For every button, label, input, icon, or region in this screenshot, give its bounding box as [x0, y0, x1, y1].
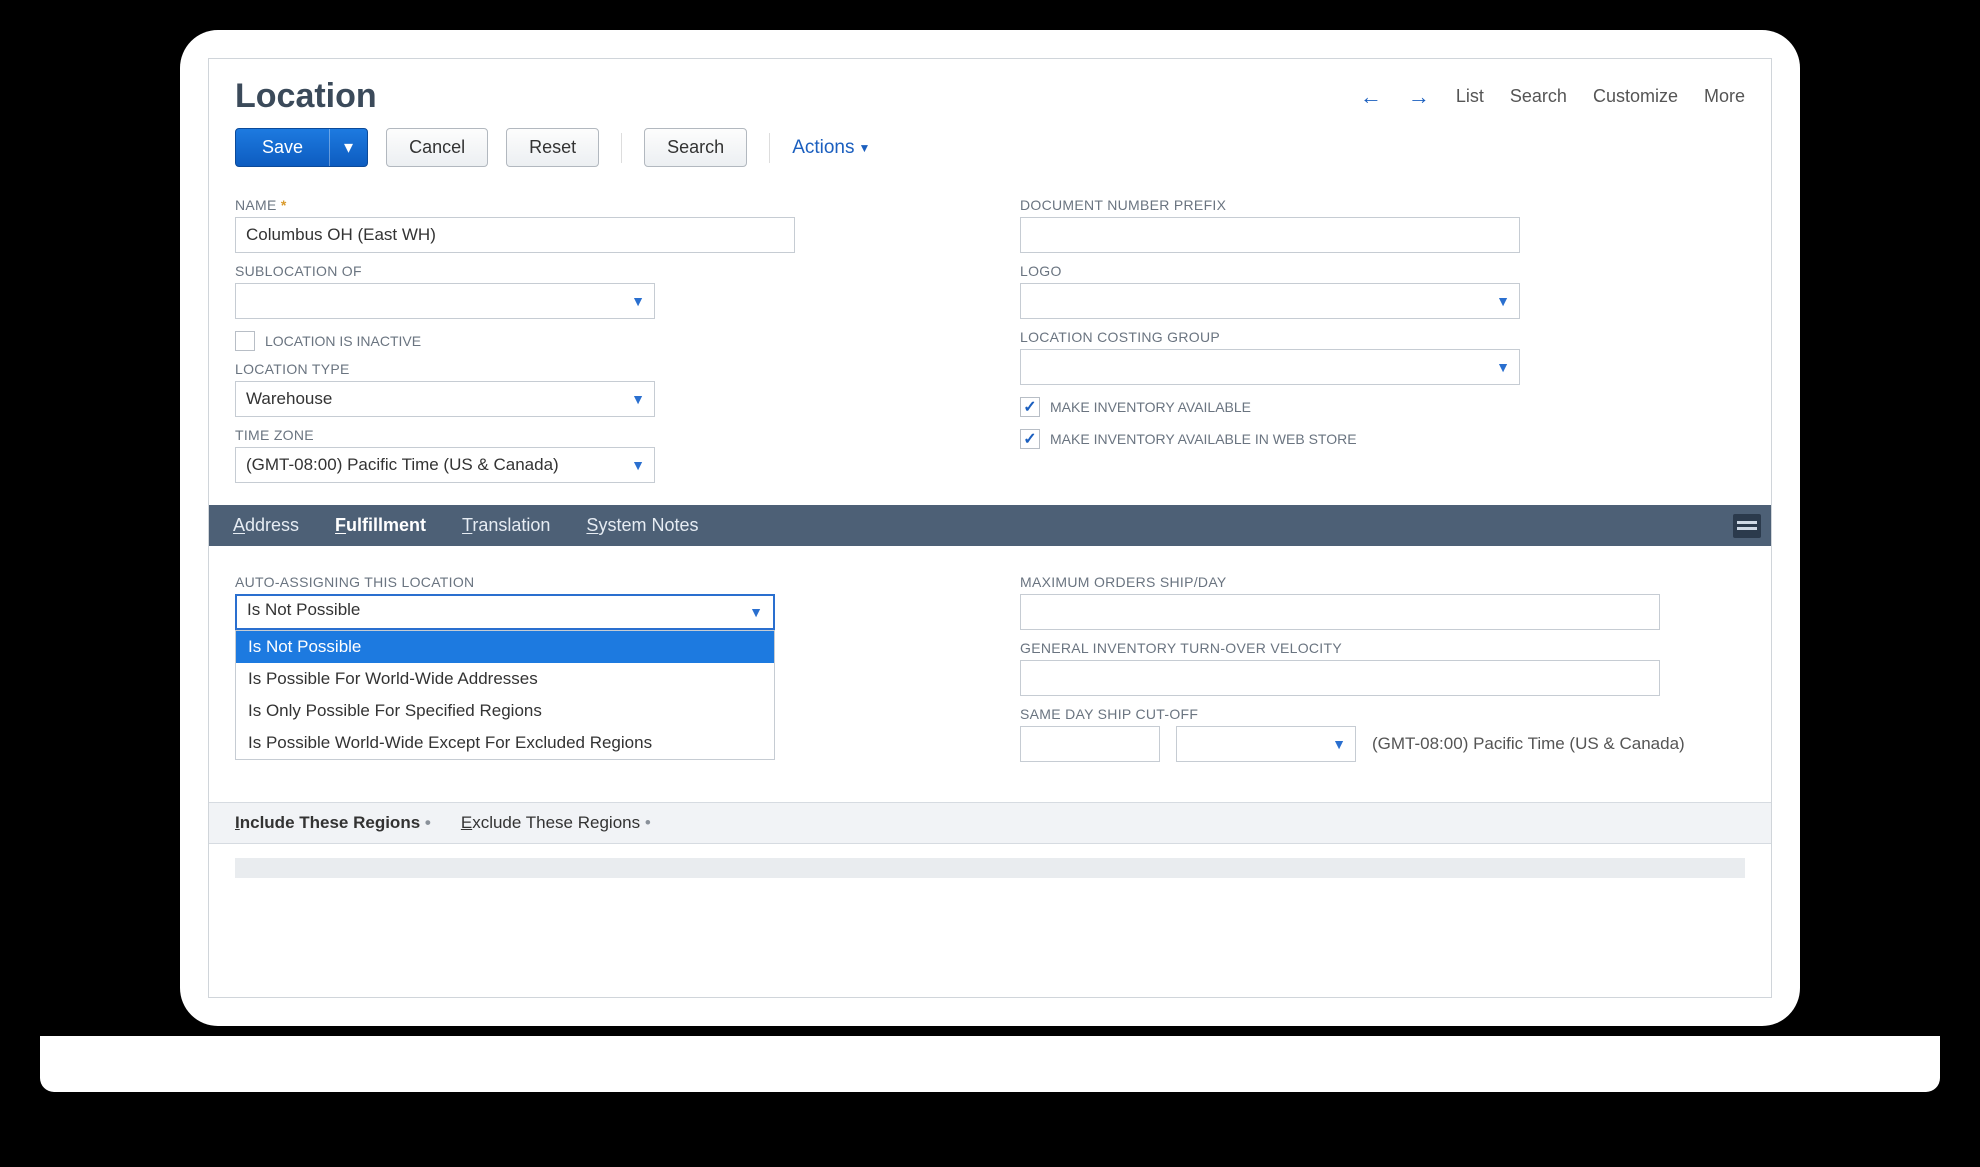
- header-link-more[interactable]: More: [1704, 86, 1745, 107]
- tab-fulfillment[interactable]: Fulfillment: [335, 515, 426, 536]
- inventory-available-row[interactable]: MAKE INVENTORY AVAILABLE: [1020, 397, 1745, 417]
- tab-bar: Address Fulfillment Translation System N…: [209, 505, 1771, 546]
- tab-system-notes[interactable]: System Notes: [586, 515, 698, 536]
- timezone-select[interactable]: ▼: [235, 447, 655, 483]
- location-type-value[interactable]: [235, 381, 655, 417]
- costing-group-label: LOCATION COSTING GROUP: [1020, 329, 1745, 345]
- cutoff-ampm-value[interactable]: [1176, 726, 1356, 762]
- fulfillment-left: AUTO-ASSIGNING THIS LOCATION Is Not Poss…: [235, 564, 960, 766]
- auto-assign-option-3[interactable]: Is Possible World-Wide Except For Exclud…: [236, 727, 774, 759]
- header-link-search[interactable]: Search: [1510, 86, 1567, 107]
- cutoff-hour-input[interactable]: [1020, 726, 1160, 762]
- subtab-exclude-regions[interactable]: Exclude These Regions: [461, 813, 651, 833]
- velocity-input[interactable]: [1020, 660, 1660, 696]
- logo-select[interactable]: ▼: [1020, 283, 1520, 319]
- auto-assign-select-wrap: Is Not Possible ▼ Is Not Possible Is Pos…: [235, 594, 960, 630]
- docprefix-input[interactable]: [1020, 217, 1520, 253]
- cancel-button[interactable]: Cancel: [386, 128, 488, 167]
- save-button[interactable]: Save ▾: [235, 128, 368, 167]
- cutoff-ampm-select[interactable]: ▼: [1176, 726, 1356, 762]
- laptop-base: [40, 1036, 1940, 1092]
- page-title: Location: [235, 77, 377, 116]
- form-area: NAME SUBLOCATION OF ▼ LOCATION IS INACTI…: [209, 187, 1771, 487]
- region-subtabs: Include These Regions Exclude These Regi…: [209, 802, 1771, 844]
- auto-assign-label: AUTO-ASSIGNING THIS LOCATION: [235, 574, 960, 590]
- header-link-customize[interactable]: Customize: [1593, 86, 1678, 107]
- inactive-checkbox[interactable]: [235, 331, 255, 351]
- inventory-available-checkbox[interactable]: [1020, 397, 1040, 417]
- header-link-list[interactable]: List: [1456, 86, 1484, 107]
- cutoff-label: SAME DAY SHIP CUT-OFF: [1020, 706, 1745, 722]
- inventory-available-label: MAKE INVENTORY AVAILABLE: [1050, 399, 1251, 415]
- auto-assign-option-2[interactable]: Is Only Possible For Specified Regions: [236, 695, 774, 727]
- auto-assign-value: Is Not Possible: [247, 600, 360, 619]
- app-screen: Location ← → List Search Customize More …: [208, 58, 1772, 998]
- inventory-available-web-row[interactable]: MAKE INVENTORY AVAILABLE IN WEB STORE: [1020, 429, 1745, 449]
- chevron-down-icon: ▼: [749, 604, 763, 620]
- cutoff-row: ▼ (GMT-08:00) Pacific Time (US & Canada): [1020, 726, 1745, 762]
- save-button-label: Save: [236, 129, 330, 166]
- sublocation-select[interactable]: ▼: [235, 283, 655, 319]
- nav-back-icon[interactable]: ←: [1360, 84, 1382, 110]
- form-left-column: NAME SUBLOCATION OF ▼ LOCATION IS INACTI…: [235, 187, 960, 487]
- inventory-available-web-label: MAKE INVENTORY AVAILABLE IN WEB STORE: [1050, 431, 1357, 447]
- max-orders-input[interactable]: [1020, 594, 1660, 630]
- panel-toggle-icon[interactable]: [1733, 514, 1761, 538]
- reset-button[interactable]: Reset: [506, 128, 599, 167]
- costing-group-select[interactable]: ▼: [1020, 349, 1520, 385]
- auto-assign-option-1[interactable]: Is Possible For World-Wide Addresses: [236, 663, 774, 695]
- timezone-value[interactable]: [235, 447, 655, 483]
- search-button[interactable]: Search: [644, 128, 747, 167]
- toolbar-divider: [621, 133, 622, 163]
- actions-label: Actions: [792, 137, 854, 159]
- inactive-label: LOCATION IS INACTIVE: [265, 333, 421, 349]
- tab-translation[interactable]: Translation: [462, 515, 550, 536]
- timezone-label: TIME ZONE: [235, 427, 960, 443]
- location-type-label: LOCATION TYPE: [235, 361, 960, 377]
- subtab-include-regions[interactable]: Include These Regions: [235, 813, 431, 833]
- sublocation-value[interactable]: [235, 283, 655, 319]
- nav-forward-icon[interactable]: →: [1408, 84, 1430, 110]
- logo-value[interactable]: [1020, 283, 1520, 319]
- cutoff-tz-text: (GMT-08:00) Pacific Time (US & Canada): [1372, 734, 1685, 754]
- auto-assign-select[interactable]: Is Not Possible ▼: [235, 594, 775, 630]
- docprefix-label: DOCUMENT NUMBER PREFIX: [1020, 197, 1745, 213]
- location-type-select[interactable]: ▼: [235, 381, 655, 417]
- toolbar-divider-2: [769, 133, 770, 163]
- name-label: NAME: [235, 197, 960, 213]
- inventory-available-web-checkbox[interactable]: [1020, 429, 1040, 449]
- max-orders-label: MAXIMUM ORDERS SHIP/DAY: [1020, 574, 1745, 590]
- fulfillment-right: MAXIMUM ORDERS SHIP/DAY GENERAL INVENTOR…: [1020, 564, 1745, 766]
- logo-label: LOGO: [1020, 263, 1745, 279]
- save-button-dropdown[interactable]: ▾: [330, 129, 367, 166]
- auto-assign-dropdown: Is Not Possible Is Possible For World-Wi…: [235, 630, 775, 760]
- caret-down-icon: ▼: [859, 141, 871, 155]
- auto-assign-option-0[interactable]: Is Not Possible: [236, 631, 774, 663]
- fulfillment-body: AUTO-ASSIGNING THIS LOCATION Is Not Poss…: [209, 546, 1771, 776]
- laptop-frame: Location ← → List Search Customize More …: [180, 30, 1800, 1026]
- form-right-column: DOCUMENT NUMBER PREFIX LOGO ▼ LOCATION C…: [1020, 187, 1745, 487]
- region-grid-placeholder: [235, 858, 1745, 878]
- actions-menu[interactable]: Actions ▼: [792, 137, 870, 159]
- inactive-checkbox-row[interactable]: LOCATION IS INACTIVE: [235, 331, 960, 351]
- velocity-label: GENERAL INVENTORY TURN-OVER VELOCITY: [1020, 640, 1745, 656]
- name-input[interactable]: [235, 217, 795, 253]
- sublocation-label: SUBLOCATION OF: [235, 263, 960, 279]
- tab-address[interactable]: Address: [233, 515, 299, 536]
- page-header: Location ← → List Search Customize More: [209, 59, 1771, 122]
- toolbar: Save ▾ Cancel Reset Search Actions ▼: [209, 122, 1771, 187]
- header-links: ← → List Search Customize More: [1360, 84, 1745, 110]
- costing-group-value[interactable]: [1020, 349, 1520, 385]
